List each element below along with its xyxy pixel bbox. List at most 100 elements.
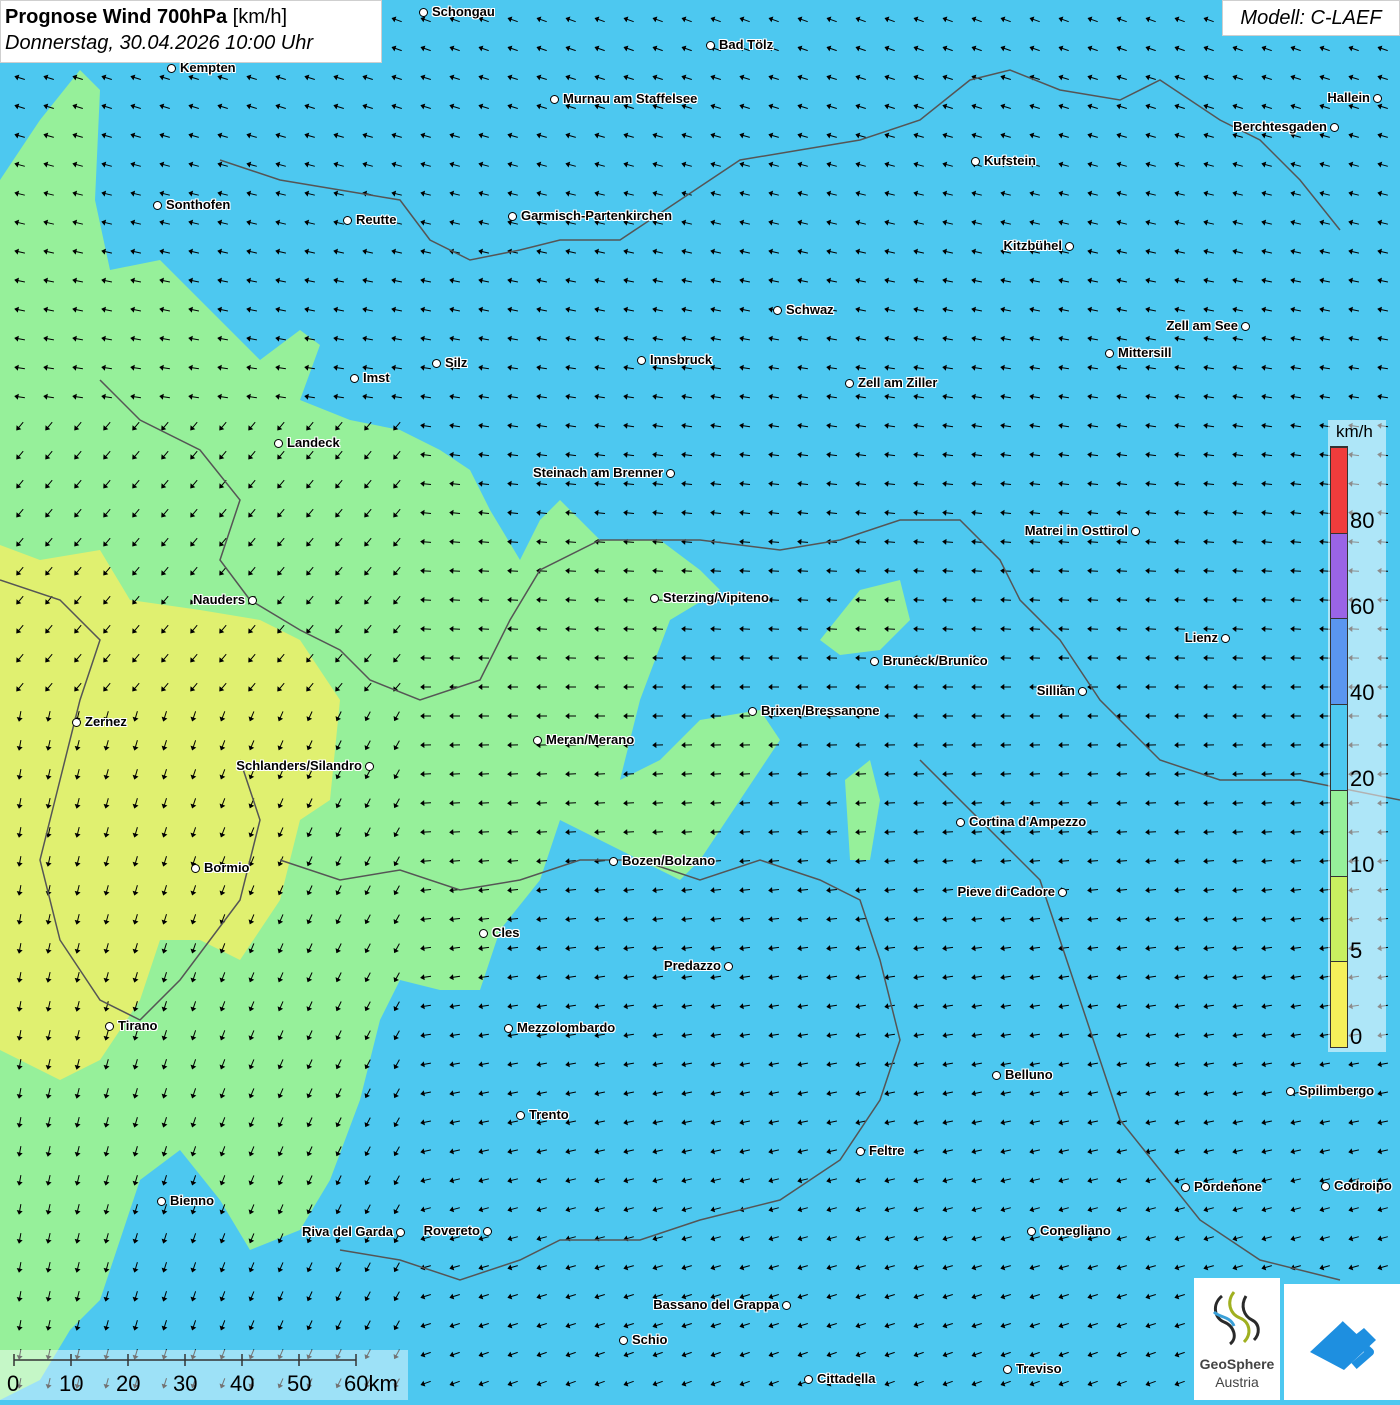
- city-label-kempten: Kempten: [180, 61, 236, 75]
- city-marker-imst: [350, 374, 359, 383]
- city-label-bad-t-lz: Bad Tölz: [719, 38, 773, 52]
- city-marker-riva-del-garda: [396, 1228, 405, 1237]
- city-label-innsbruck: Innsbruck: [650, 353, 712, 367]
- city-label-sterzing-vipiteno: Sterzing/Vipiteno: [663, 591, 769, 605]
- city-label-imst: Imst: [363, 371, 390, 385]
- city-marker-rovereto: [483, 1227, 492, 1236]
- city-label-garmisch-partenkirchen: Garmisch-Partenkirchen: [521, 209, 672, 223]
- city-marker-nauders: [248, 596, 257, 605]
- city-marker-murnau-am-staffelsee: [550, 95, 559, 104]
- city-marker-tirano: [105, 1022, 114, 1031]
- city-marker-mittersill: [1105, 349, 1114, 358]
- city-marker-cittadella: [804, 1375, 813, 1384]
- geosphere-country: Austria: [1194, 1374, 1280, 1390]
- legend-label: 10: [1350, 854, 1374, 876]
- city-marker-belluno: [992, 1071, 1001, 1080]
- city-marker-bassano-del-grappa: [782, 1301, 791, 1310]
- city-marker-kufstein: [971, 157, 980, 166]
- legend-label: 0: [1350, 1026, 1362, 1048]
- city-marker-kempten: [167, 64, 176, 73]
- city-label-bruneck-brunico: Bruneck/Brunico: [883, 654, 988, 668]
- city-label-zernez: Zernez: [85, 715, 127, 729]
- scale-label: 20: [116, 1372, 140, 1396]
- city-marker-bad-t-lz: [706, 41, 715, 50]
- city-label-schlanders-silandro: Schlanders/Silandro: [236, 759, 362, 773]
- city-marker-meran-merano: [533, 736, 542, 745]
- scale-label: 40: [230, 1372, 254, 1396]
- city-label-schongau: Schongau: [432, 5, 495, 19]
- city-marker-sonthofen: [153, 201, 162, 210]
- city-label-trento: Trento: [529, 1108, 569, 1122]
- legend-segment: [1331, 961, 1347, 1047]
- city-label-silz: Silz: [445, 356, 467, 370]
- city-marker-kitzb-hel: [1065, 242, 1074, 251]
- title-unit: [km/h]: [227, 6, 287, 28]
- city-label-cles: Cles: [492, 926, 519, 940]
- city-marker-berchtesgaden: [1330, 123, 1339, 132]
- city-label-feltre: Feltre: [869, 1144, 904, 1158]
- city-label-conegliano: Conegliano: [1040, 1224, 1111, 1238]
- city-marker-matrei-in-osttirol: [1131, 527, 1140, 536]
- city-marker-feltre: [856, 1147, 865, 1156]
- legend-label: 20: [1350, 768, 1374, 790]
- city-label-berchtesgaden: Berchtesgaden: [1233, 120, 1327, 134]
- city-label-steinach-am-brenner: Steinach am Brenner: [533, 466, 663, 480]
- geosphere-emblem-icon: [1194, 1278, 1280, 1354]
- geosphere-logo: GeoSphere Austria: [1194, 1278, 1280, 1400]
- city-marker-treviso: [1003, 1365, 1012, 1374]
- legend-segment: [1331, 447, 1347, 533]
- city-marker-cles: [479, 929, 488, 938]
- city-marker-brixen-bressanone: [748, 707, 757, 716]
- legend-segment: [1331, 704, 1347, 790]
- city-label-landeck: Landeck: [287, 436, 340, 450]
- legend-label: 5: [1350, 940, 1362, 962]
- city-label-lienz: Lienz: [1185, 631, 1218, 645]
- scale-label: 60km: [344, 1372, 398, 1396]
- city-marker-schio: [619, 1336, 628, 1345]
- city-label-mezzolombardo: Mezzolombardo: [517, 1021, 615, 1035]
- city-marker-predazzo: [724, 962, 733, 971]
- city-label-brixen-bressanone: Brixen/Bressanone: [761, 704, 880, 718]
- map-title: Prognose Wind 700hPa [km/h]: [5, 5, 381, 29]
- city-label-bozen-bolzano: Bozen/Bolzano: [622, 854, 715, 868]
- city-marker-bruneck-brunico: [870, 657, 879, 666]
- scale-bar: 0102030405060km: [0, 1350, 408, 1400]
- forecast-datetime: Donnerstag, 30.04.2026 10:00 Uhr: [5, 29, 381, 57]
- geosphere-name: GeoSphere: [1194, 1356, 1280, 1372]
- city-marker-garmisch-partenkirchen: [508, 212, 517, 221]
- city-label-matrei-in-osttirol: Matrei in Osttirol: [1025, 524, 1128, 538]
- city-label-pieve-di-cadore: Pieve di Cadore: [957, 885, 1055, 899]
- city-label-sonthofen: Sonthofen: [166, 198, 230, 212]
- city-marker-sterzing-vipiteno: [650, 594, 659, 603]
- city-marker-conegliano: [1027, 1227, 1036, 1236]
- city-marker-silz: [432, 359, 441, 368]
- city-label-zell-am-see: Zell am See: [1166, 319, 1238, 333]
- city-marker-lienz: [1221, 634, 1230, 643]
- title-box: Prognose Wind 700hPa [km/h] Donnerstag, …: [0, 0, 382, 63]
- city-marker-codroipo: [1321, 1182, 1330, 1191]
- scale-label: 30: [173, 1372, 197, 1396]
- city-label-zell-am-ziller: Zell am Ziller: [858, 376, 937, 390]
- city-label-treviso: Treviso: [1016, 1362, 1062, 1376]
- scale-label: 0: [7, 1372, 19, 1396]
- city-marker-reutte: [343, 216, 352, 225]
- city-label-meran-merano: Meran/Merano: [546, 733, 634, 747]
- city-marker-zell-am-see: [1241, 322, 1250, 331]
- legend-color-bar: [1330, 446, 1348, 1048]
- city-label-predazzo: Predazzo: [664, 959, 721, 973]
- app-logo-icon: [1284, 1284, 1400, 1400]
- city-marker-innsbruck: [637, 356, 646, 365]
- city-marker-schwaz: [773, 306, 782, 315]
- city-label-cortina-d-ampezzo: Cortina d'Ampezzo: [969, 815, 1086, 829]
- city-marker-bozen-bolzano: [609, 857, 618, 866]
- city-label-hallein: Hallein: [1327, 91, 1370, 105]
- city-marker-pordenone: [1181, 1183, 1190, 1192]
- city-marker-schlanders-silandro: [365, 762, 374, 771]
- legend-segment: [1331, 618, 1347, 704]
- city-marker-schongau: [419, 8, 428, 17]
- color-legend: km/h 051020406080: [1328, 420, 1386, 1052]
- city-label-bienno: Bienno: [170, 1194, 214, 1208]
- city-label-belluno: Belluno: [1005, 1068, 1053, 1082]
- city-label-bormio: Bormio: [204, 861, 250, 875]
- city-marker-steinach-am-brenner: [666, 469, 675, 478]
